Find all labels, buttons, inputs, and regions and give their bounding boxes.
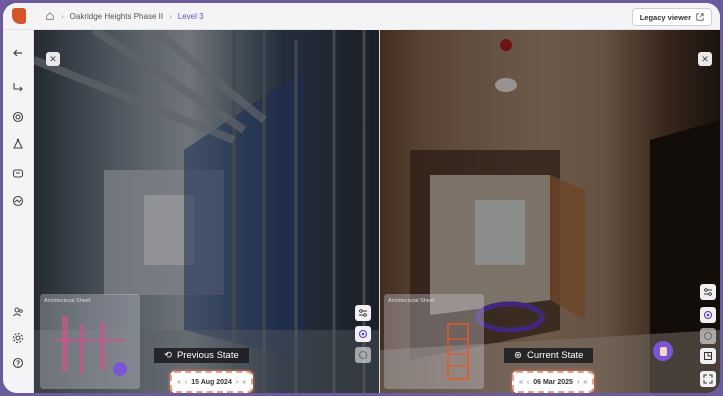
close-icon: ✕ [701,54,709,64]
current-state-label: ⊛ Current State [504,348,594,363]
external-link-icon [696,13,704,21]
crosshair-button[interactable] [355,326,371,342]
last-date-button[interactable]: » [583,379,587,386]
current-date[interactable]: 06 Mar 2025 [533,379,573,386]
legacy-viewer-label: Legacy viewer [639,12,691,22]
first-date-button[interactable]: « [519,379,523,386]
sliders-button[interactable] [700,284,716,300]
current-state-text: Current State [526,350,584,361]
assistant-icon [659,346,667,356]
last-date-button[interactable]: » [242,379,246,386]
sidebar [3,30,34,393]
close-button[interactable]: ✕ [698,52,712,66]
sliders-icon [359,309,367,317]
compass-icon: ⊛ [514,350,522,361]
route-icon[interactable] [11,80,25,94]
fullscreen-icon [703,374,713,384]
circle-icon [359,351,367,359]
sliders-icon [704,288,712,296]
current-date-navigator: « ‹ 06 Mar 2025 › » [512,371,595,393]
crosshair-button[interactable] [700,307,716,323]
floorplan-sketch [447,323,469,380]
back-arrow-icon[interactable] [11,46,25,60]
previous-state-viewer[interactable]: ✕ Architectural Sheet ⟲ Previous State «… [34,30,379,393]
next-date-button[interactable]: › [236,379,238,386]
breadcrumb-separator: › [169,11,172,21]
activity-icon[interactable] [11,194,25,208]
breadcrumb-level[interactable]: Level 3 [178,12,204,21]
triangle-nodes-icon[interactable] [11,137,25,151]
home-icon[interactable] [45,11,55,21]
floorplan-icon [704,352,712,360]
close-icon: ✕ [49,54,57,64]
prev-date-button[interactable]: ‹ [527,379,529,386]
prev-date-button[interactable]: ‹ [185,379,187,386]
crosshair-icon [703,310,713,320]
circle-button[interactable] [700,328,716,344]
breadcrumb-separator: › [61,11,64,21]
minimap[interactable]: Architectural Sheet [384,294,484,389]
breadcrumb-project[interactable]: Oakridge Heights Phase II [70,12,163,21]
target-icon[interactable] [11,110,25,124]
previous-state-label: ⟲ Previous State [154,348,249,363]
users-icon[interactable] [11,305,25,319]
history-icon: ⟲ [164,350,172,361]
app-logo[interactable] [12,8,26,24]
first-date-button[interactable]: « [177,379,181,386]
app-frame: › Oakridge Heights Phase II › Level 3 Le… [3,3,720,393]
previous-state-text: Previous State [176,350,239,361]
circle-button[interactable] [355,347,371,363]
fullscreen-button[interactable] [700,371,716,387]
settings-icon[interactable] [11,331,25,345]
circle-icon [704,332,712,340]
sliders-button[interactable] [355,305,371,321]
breadcrumb: › Oakridge Heights Phase II › Level 3 [45,3,204,29]
floorplan-button[interactable] [700,348,716,364]
assistant-button[interactable] [653,341,673,361]
current-state-viewer[interactable]: ✕ Architectural Sheet ⊛ Current State « … [380,30,720,393]
previous-date-navigator: « ‹ 15 Aug 2024 › » [170,371,254,393]
minimap[interactable]: Architectural Sheet [40,294,140,389]
floorplan-sketch [55,316,127,376]
crosshair-icon [358,329,368,339]
close-button[interactable]: ✕ [46,52,60,66]
top-bar: › Oakridge Heights Phase II › Level 3 Le… [3,3,720,30]
help-icon[interactable] [11,356,25,370]
previous-date[interactable]: 15 Aug 2024 [191,379,232,386]
legacy-viewer-button[interactable]: Legacy viewer [631,8,712,26]
next-date-button[interactable]: › [577,379,579,386]
chat-icon[interactable] [11,167,25,181]
